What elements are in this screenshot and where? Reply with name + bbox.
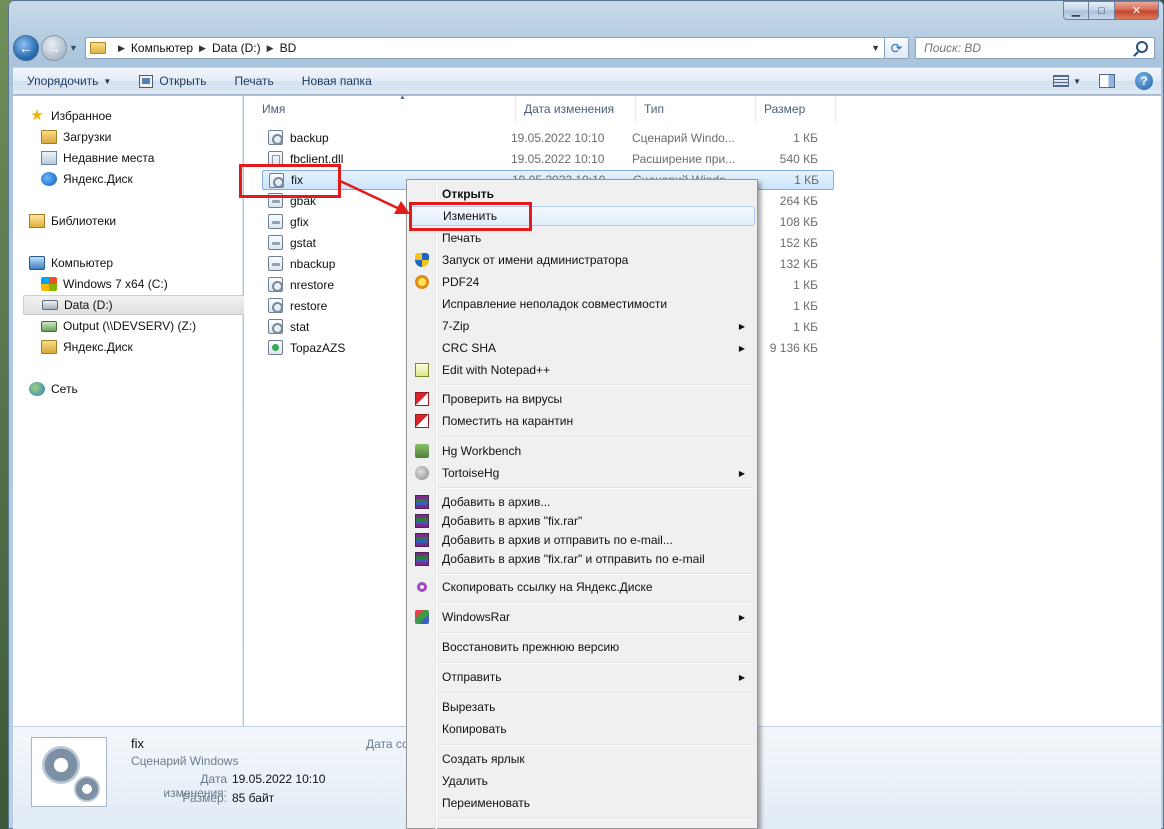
annotation-arrow (337, 178, 410, 214)
arrow-line (337, 178, 405, 213)
